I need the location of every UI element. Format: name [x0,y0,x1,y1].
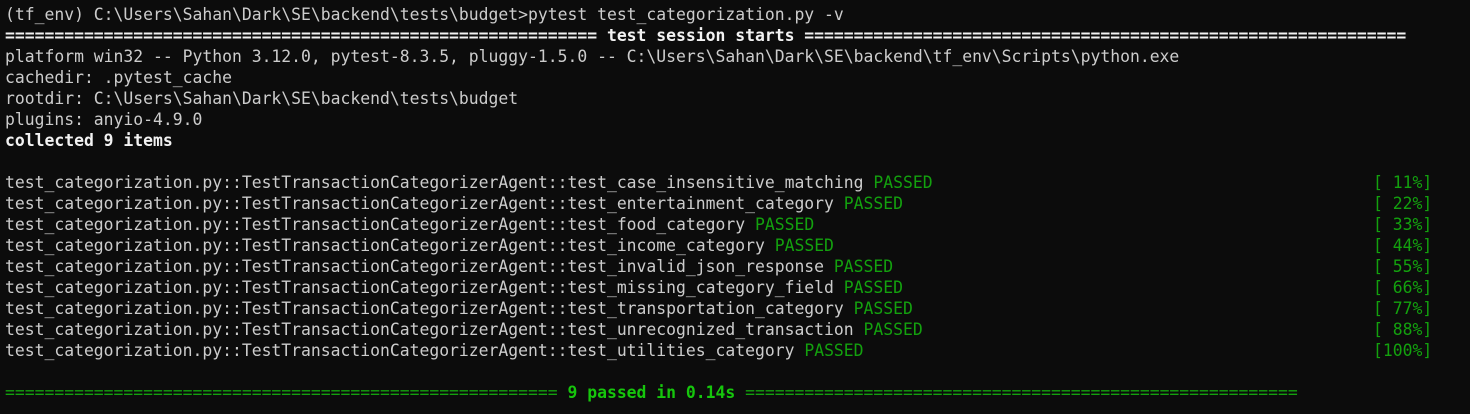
test-status-passed: PASSED [833,257,894,276]
test-result-row: test_categorization.py::TestTransactionC… [5,214,1470,235]
test-progress-percent: [ 11%] [1373,173,1433,192]
test-result-row: test_categorization.py::TestTransactionC… [5,172,1470,193]
test-status-passed: PASSED [853,299,913,318]
rootdir-line: rootdir: C:\Users\Sahan\Dark\SE\backend\… [5,89,519,108]
test-status-passed: PASSED [843,278,904,297]
test-status-passed: PASSED [774,236,834,255]
test-progress-percent: [ 22%] [1373,194,1433,213]
test-result-row: test_categorization.py::TestTransactionC… [5,235,1470,256]
test-progress-percent: [ 33%] [1373,215,1433,234]
test-name: test_categorization.py::TestTransactionC… [5,215,746,234]
test-status-passed: PASSED [873,173,933,192]
test-progress-percent: [ 55%] [1373,257,1433,276]
cachedir-line: cachedir: .pytest_cache [5,68,232,87]
test-name: test_categorization.py::TestTransactionC… [5,257,825,276]
summary-result-text: 9 passed in 0.14s [557,383,746,402]
test-result-row: test_categorization.py::TestTransactionC… [5,319,1470,340]
command-prompt-line: (tf_env) C:\Users\Sahan\Dark\SE\backend\… [5,5,844,24]
test-status-passed: PASSED [843,194,904,213]
test-progress-percent: [ 44%] [1373,236,1433,255]
test-progress-percent: [ 66%] [1373,278,1433,297]
test-name: test_categorization.py::TestTransactionC… [5,299,844,318]
test-status-passed: PASSED [804,341,864,360]
test-result-row: test_categorization.py::TestTransactionC… [5,340,1470,361]
summary-right-rule: ========================================… [745,383,1298,402]
test-progress-percent: [ 88%] [1373,320,1433,339]
test-results-list: test_categorization.py::TestTransactionC… [5,172,1470,361]
session-header-rule: ========================================… [5,26,1407,45]
summary-left-rule: ========================================… [5,383,558,402]
test-progress-percent: [100%] [1373,341,1433,360]
test-name: test_categorization.py::TestTransactionC… [5,173,864,192]
terminal-window[interactable]: (tf_env) C:\Users\Sahan\Dark\SE\backend\… [0,0,1470,414]
test-result-row: test_categorization.py::TestTransactionC… [5,256,1470,277]
test-name: test_categorization.py::TestTransactionC… [5,236,765,255]
test-name: test_categorization.py::TestTransactionC… [5,341,795,360]
test-name: test_categorization.py::TestTransactionC… [5,194,834,213]
test-status-passed: PASSED [754,215,815,234]
test-result-row: test_categorization.py::TestTransactionC… [5,277,1470,298]
plugins-line: plugins: anyio-4.9.0 [5,110,203,129]
test-result-row: test_categorization.py::TestTransactionC… [5,193,1470,214]
test-name: test_categorization.py::TestTransactionC… [5,278,834,297]
summary-line: ========================================… [5,382,1470,403]
test-name: test_categorization.py::TestTransactionC… [5,320,854,339]
platform-info-line: platform win32 -- Python 3.12.0, pytest-… [5,47,1180,66]
collected-items-line: collected 9 items [5,131,173,150]
test-status-passed: PASSED [863,320,923,339]
test-progress-percent: [ 77%] [1373,299,1433,318]
test-result-row: test_categorization.py::TestTransactionC… [5,298,1470,319]
